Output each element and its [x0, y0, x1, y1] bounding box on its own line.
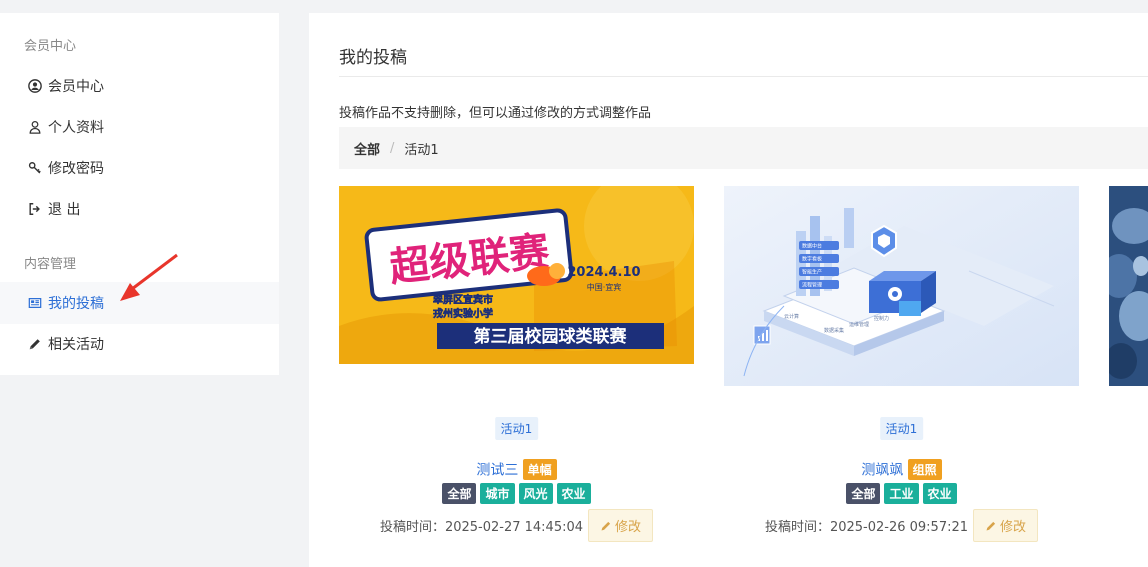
breadcrumb-separator: /: [390, 140, 395, 156]
submission-thumbnail[interactable]: 超级联赛 2024.4.10 中国·宜宾 翠屏区宜宾市 戎州实验小学 第三届校园…: [339, 186, 694, 364]
category-badge: 风光: [518, 483, 553, 504]
type-badge: 组照: [907, 459, 942, 480]
breadcrumb-all[interactable]: 全部: [354, 139, 380, 158]
submission-card: 数据中台 数字看板 智能生产 流程管理 数据采集 运维管理 控制力 云计算 活动…: [724, 186, 1079, 542]
sidebar-item-label: 个人资料: [48, 120, 104, 136]
sidebar-item-change-password[interactable]: 修改密码: [0, 147, 279, 189]
page-title: 我的投稿: [339, 48, 407, 68]
annotation-arrow: [120, 253, 178, 301]
category-badge: 农业: [922, 483, 957, 504]
submission-thumbnail[interactable]: 数据中台 数字看板 智能生产 流程管理 数据采集 运维管理 控制力 云计算: [724, 186, 1079, 386]
svg-text:2024.4.10: 2024.4.10: [567, 265, 640, 280]
section-title-member: 会员中心: [24, 39, 77, 54]
category-badge: 全部: [846, 483, 881, 504]
divider: [339, 76, 1148, 77]
edit-button-label: 修改: [615, 520, 642, 535]
category-badge: 全部: [442, 483, 477, 504]
sidebar-item-label: 相关活动: [48, 337, 104, 353]
newspaper-icon: [27, 295, 43, 311]
sidebar-item-profile[interactable]: 个人资料: [0, 106, 279, 148]
svg-text:戎州实验小学: 戎州实验小学: [433, 307, 493, 320]
sidebar-item-label: 修改密码: [48, 161, 104, 177]
category-badge: 农业: [556, 483, 591, 504]
user-circle-icon: [27, 78, 43, 94]
user-icon: [27, 119, 43, 135]
category-tags: 全部 城市 风光 农业: [339, 483, 694, 504]
submission-card: [1109, 186, 1148, 386]
svg-text:翠屏区宜宾市: 翠屏区宜宾市: [433, 293, 493, 306]
svg-text:第三届校园球类联赛: 第三届校园球类联赛: [474, 326, 628, 347]
main-panel: 我的投稿 投稿作品不支持删除，但可以通过修改的方式调整作品 全部 / 活动1 超…: [309, 13, 1148, 567]
svg-text:运维管理: 运维管理: [849, 321, 869, 328]
sidebar-item-logout[interactable]: 退 出: [0, 188, 279, 230]
sidebar-item-member-center[interactable]: 会员中心: [0, 65, 279, 107]
category-badge: 城市: [480, 483, 515, 504]
notice-text: 投稿作品不支持删除，但可以通过修改的方式调整作品: [339, 106, 652, 121]
submission-time: 投稿时间：2025-02-26 09:57:21: [764, 520, 969, 535]
key-icon: [27, 160, 43, 176]
edit-button[interactable]: 修改: [588, 509, 654, 542]
svg-text:中国·宜宾: 中国·宜宾: [587, 282, 622, 292]
sidebar-item-related-activities[interactable]: 相关活动: [0, 323, 279, 365]
activity-tag: 活动1: [879, 417, 924, 440]
svg-text:数据采集: 数据采集: [824, 327, 844, 334]
category-tags: 全部 工业 农业: [724, 483, 1079, 504]
section-title-content: 内容管理: [24, 257, 77, 272]
submission-title[interactable]: 测飒飒: [861, 463, 903, 479]
svg-text:云计算: 云计算: [784, 313, 799, 320]
svg-text:数据中台: 数据中台: [802, 243, 822, 250]
submission-card: 超级联赛 2024.4.10 中国·宜宾 翠屏区宜宾市 戎州实验小学 第三届校园…: [339, 186, 694, 542]
submission-time: 投稿时间：2025-02-27 14:45:04: [379, 520, 584, 535]
activity-tag: 活动1: [494, 417, 539, 440]
breadcrumb-current[interactable]: 活动1: [404, 139, 438, 158]
pencil-icon: [601, 521, 611, 530]
pencil-icon: [27, 336, 43, 352]
type-badge: 单幅: [522, 459, 557, 480]
submission-title[interactable]: 测试三: [476, 463, 518, 479]
sidebar-item-label: 退 出: [48, 202, 81, 218]
pencil-icon: [986, 521, 996, 530]
edit-button[interactable]: 修改: [973, 509, 1039, 542]
svg-text:智能生产: 智能生产: [802, 269, 822, 276]
svg-text:数字看板: 数字看板: [802, 256, 822, 263]
sidebar-item-label: 我的投稿: [48, 296, 104, 312]
sidebar: 会员中心 会员中心 个人资料 修改密码 退 出 内容管理 我的投稿 相关活动: [0, 13, 279, 375]
sign-out-icon: [27, 201, 43, 217]
category-badge: 工业: [884, 483, 919, 504]
edit-button-label: 修改: [1000, 520, 1027, 535]
submission-thumbnail[interactable]: [1109, 186, 1148, 386]
sidebar-item-label: 会员中心: [48, 79, 104, 95]
breadcrumb: 全部 / 活动1: [339, 127, 1148, 169]
svg-text:控制力: 控制力: [874, 315, 889, 322]
svg-text:流程管理: 流程管理: [802, 282, 822, 289]
